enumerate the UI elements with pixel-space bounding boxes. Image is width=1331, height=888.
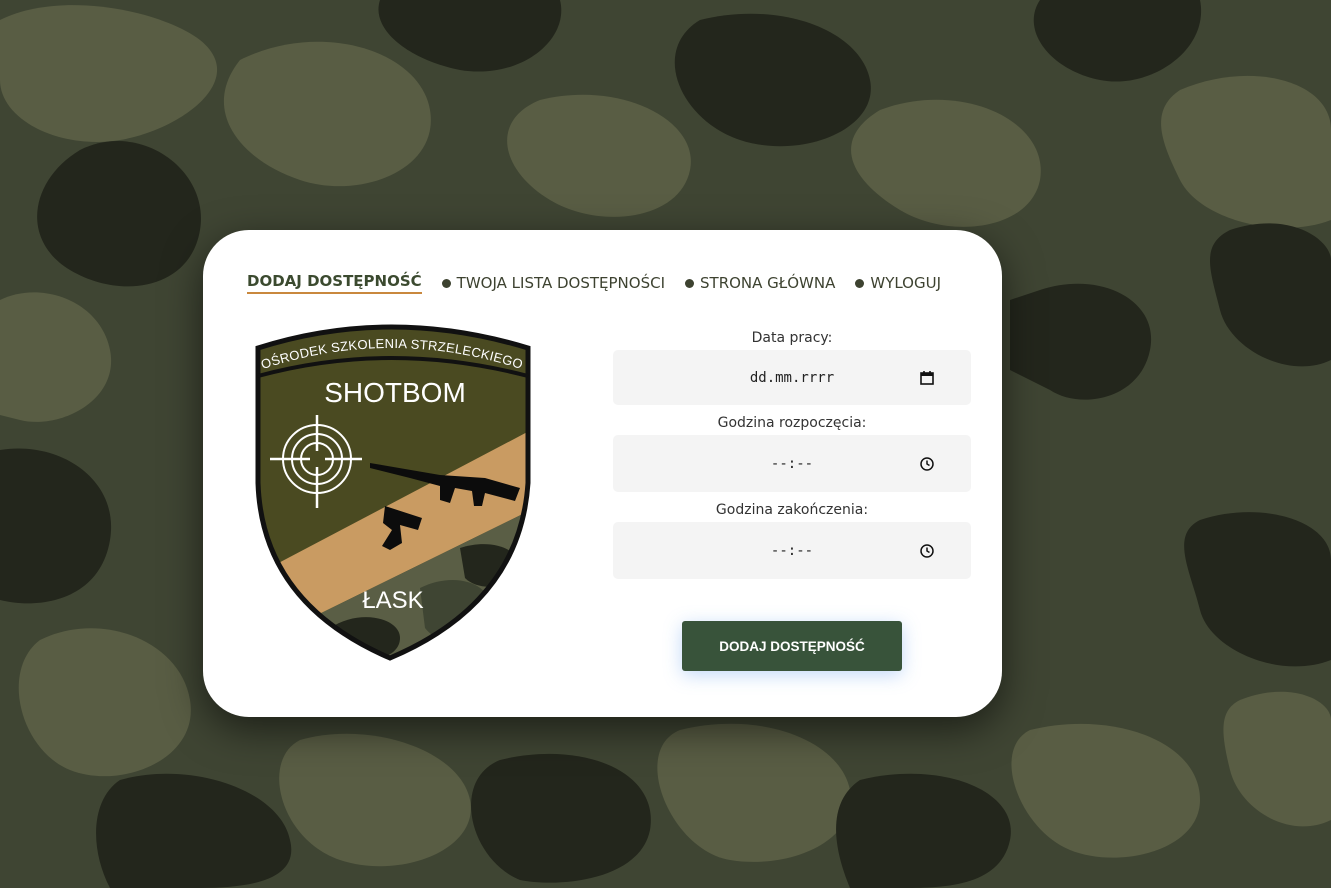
clock-icon[interactable] [919,456,935,472]
top-nav: DODAJ DOSTĘPNOŚĆ TWOJA LISTA DOSTĘPNOŚCI… [247,270,941,296]
calendar-icon[interactable] [919,370,935,386]
availability-form: Data pracy: dd.mm.rrrr Godzina rozpoczęc… [613,326,971,585]
bullet-icon [441,278,451,288]
logo-city: ŁASK [362,587,423,614]
date-input[interactable]: dd.mm.rrrr [613,350,971,405]
date-label: Data pracy: [751,330,833,346]
bullet-icon [855,278,865,288]
submit-availability-button[interactable]: DODAJ DOSTĘPNOŚĆ [682,621,902,671]
nav-add-availability[interactable]: DODAJ DOSTĘPNOŚĆ [247,272,422,294]
date-value: dd.mm.rrrr [749,369,835,386]
start-time-label: Godzina rozpoczęcia: [717,415,867,431]
logo-name: SHOTBOM [324,377,466,408]
bullet-icon [685,278,695,288]
nav-logout[interactable]: WYLOGUJ [870,274,941,292]
end-time-value: --:-- [770,542,814,559]
start-time-value: --:-- [770,455,814,472]
shotbom-logo: OŚRODEK SZKOLENIA STRZELECKIEGO SHOTBOM … [255,324,531,661]
end-time-label: Godzina zakończenia: [715,502,869,518]
nav-home[interactable]: STRONA GŁÓWNA [700,274,835,292]
start-time-input[interactable]: --:-- [613,435,971,492]
clock-icon[interactable] [919,543,935,559]
availability-card: DODAJ DOSTĘPNOŚĆ TWOJA LISTA DOSTĘPNOŚCI… [203,230,1002,717]
nav-availability-list[interactable]: TWOJA LISTA DOSTĘPNOŚCI [457,274,665,292]
end-time-input[interactable]: --:-- [613,522,971,579]
